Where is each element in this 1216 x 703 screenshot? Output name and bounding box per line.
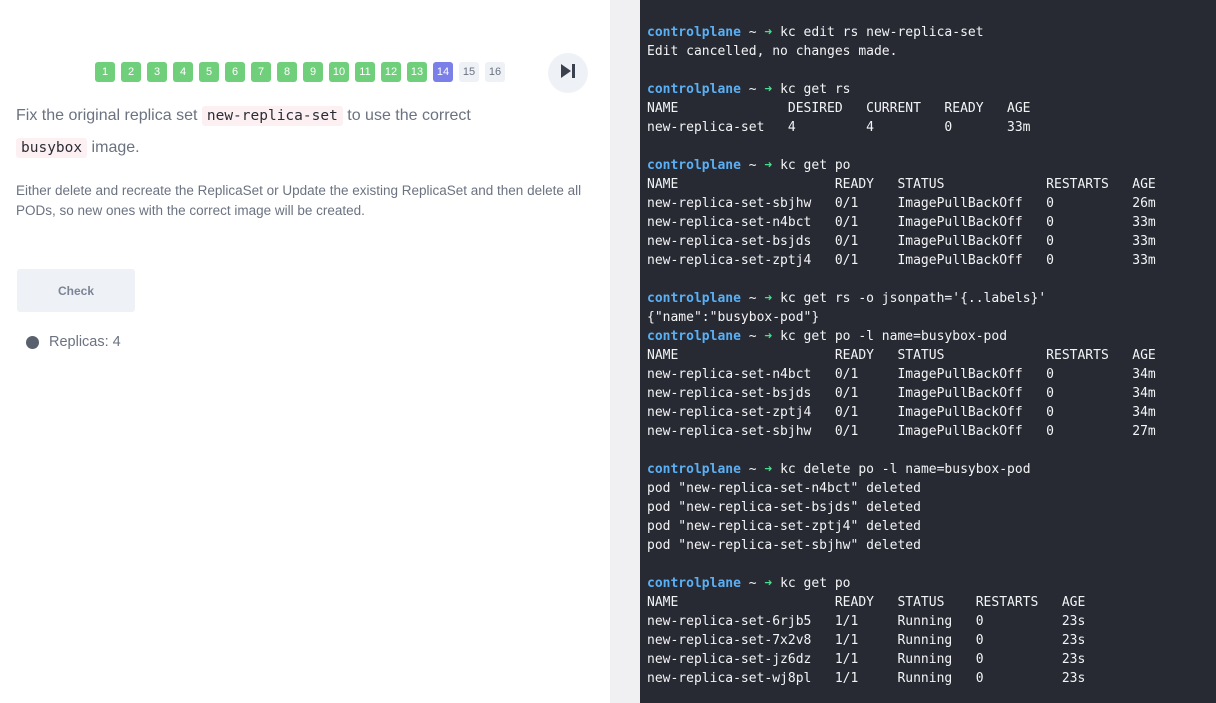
terminal-prompt-host: controlplane	[647, 576, 741, 591]
terminal-command-line: controlplane ~ ➜ kc get rs	[647, 80, 1156, 99]
terminal-output-line: pod "new-replica-set-bsjds" deleted	[647, 500, 921, 515]
check-button[interactable]: Check	[17, 269, 135, 312]
terminal-prompt-host: controlplane	[647, 82, 741, 97]
terminal-output-line: new-replica-set-sbjhw 0/1 ImagePullBackO…	[647, 196, 1156, 211]
question-step-10[interactable]: 10	[329, 62, 349, 82]
prompt-arrow-icon: ➜	[764, 291, 773, 306]
terminal-output-line: pod "new-replica-set-sbjhw" deleted	[647, 538, 921, 553]
terminal-output-line: new-replica-set-zptj4 0/1 ImagePullBackO…	[647, 405, 1156, 420]
terminal-output-line: new-replica-set-zptj4 0/1 ImagePullBackO…	[647, 253, 1156, 268]
terminal-command: kc get po	[780, 576, 851, 591]
terminal-output-line: new-replica-set-n4bct 0/1 ImagePullBackO…	[647, 367, 1156, 382]
question-step-6[interactable]: 6	[225, 62, 245, 82]
terminal-prompt-host: controlplane	[647, 462, 741, 477]
question-step-nav: 1 2 3 4 5 6 7 8 9 10 11 12 13 14 15 16	[95, 62, 505, 82]
terminal-command-line: controlplane ~ ➜ kc get po -l name=busyb…	[647, 327, 1156, 346]
skip-forward-icon	[559, 63, 577, 84]
terminal-output-line: pod "new-replica-set-zptj4" deleted	[647, 519, 921, 534]
terminal-output-line: new-replica-set-jz6dz 1/1 Running 0 23s	[647, 652, 1086, 667]
question-step-2[interactable]: 2	[121, 62, 141, 82]
terminal-prompt-host: controlplane	[647, 25, 741, 40]
terminal-command-line: controlplane ~ ➜ kc get po	[647, 574, 1156, 593]
check-status-item: Replicas: 4	[26, 334, 121, 350]
terminal-output: controlplane ~ ➜ kc edit rs new-replica-…	[647, 23, 1156, 688]
terminal-output-line: new-replica-set-bsjds 0/1 ImagePullBackO…	[647, 234, 1156, 249]
terminal-output-line: NAME READY STATUS RESTARTS AGE	[647, 595, 1086, 610]
prompt-arrow-icon: ➜	[764, 576, 773, 591]
terminal-command: kc get po	[780, 158, 851, 173]
question-step-8[interactable]: 8	[277, 62, 297, 82]
terminal-command: kc get po -l name=busybox-pod	[780, 329, 1008, 344]
terminal-output-line: new-replica-set-sbjhw 0/1 ImagePullBackO…	[647, 424, 1156, 439]
terminal-output-line: Edit cancelled, no changes made.	[647, 44, 898, 59]
prompt-arrow-icon: ➜	[764, 462, 773, 477]
prompt-path: ~	[740, 576, 765, 591]
question-step-12[interactable]: 12	[381, 62, 401, 82]
prompt-path: ~	[740, 158, 765, 173]
terminal-output-line: {"name":"busybox-pod"}	[647, 310, 820, 325]
prompt-path: ~	[740, 329, 765, 344]
question-step-7[interactable]: 7	[251, 62, 271, 82]
prompt-path: ~	[740, 25, 765, 40]
question-step-11[interactable]: 11	[355, 62, 375, 82]
terminal-output-line: pod "new-replica-set-n4bct" deleted	[647, 481, 921, 496]
terminal-output-line: new-replica-set 4 4 0 33m	[647, 120, 1031, 135]
question-step-16[interactable]: 16	[485, 62, 505, 82]
terminal-output-line: NAME READY STATUS RESTARTS AGE	[647, 177, 1156, 192]
question-text-part: image.	[87, 139, 140, 156]
question-text-part: to use the correct	[342, 107, 471, 124]
terminal-output-line: NAME READY STATUS RESTARTS AGE	[647, 348, 1156, 363]
terminal-command: kc edit rs new-replica-set	[780, 25, 984, 40]
question-step-14[interactable]: 14	[433, 62, 453, 82]
terminal-output-line: new-replica-set-n4bct 0/1 ImagePullBackO…	[647, 215, 1156, 230]
question-step-3[interactable]: 3	[147, 62, 167, 82]
prompt-path: ~	[740, 82, 765, 97]
question-step-15[interactable]: 15	[459, 62, 479, 82]
skip-question-button[interactable]	[548, 53, 588, 93]
question-step-5[interactable]: 5	[199, 62, 219, 82]
prompt-arrow-icon: ➜	[764, 25, 773, 40]
question-step-4[interactable]: 4	[173, 62, 193, 82]
terminal-command-line: controlplane ~ ➜ kc edit rs new-replica-…	[647, 23, 1156, 42]
code-replicaset-name: new-replica-set	[201, 106, 343, 126]
prompt-path: ~	[740, 462, 765, 477]
terminal-command-line: controlplane ~ ➜ kc delete po -l name=bu…	[647, 460, 1156, 479]
status-label: Replicas: 4	[49, 334, 121, 350]
question-step-13[interactable]: 13	[407, 62, 427, 82]
terminal-output-line: new-replica-set-6rjb5 1/1 Running 0 23s	[647, 614, 1086, 629]
terminal-prompt-host: controlplane	[647, 329, 741, 344]
terminal-command-line: controlplane ~ ➜ kc get po	[647, 156, 1156, 175]
prompt-arrow-icon: ➜	[764, 158, 773, 173]
terminal-command: kc get rs	[780, 82, 851, 97]
terminal-output-line: NAME DESIRED CURRENT READY AGE	[647, 101, 1031, 116]
question-hint: Either delete and recreate the ReplicaSe…	[16, 183, 582, 218]
prompt-arrow-icon: ➜	[764, 329, 773, 344]
prompt-arrow-icon: ➜	[764, 82, 773, 97]
terminal[interactable]: controlplane ~ ➜ kc edit rs new-replica-…	[640, 0, 1216, 703]
terminal-prompt-host: controlplane	[647, 291, 741, 306]
terminal-command: kc delete po -l name=busybox-pod	[780, 462, 1031, 477]
question-text: Fix the original replica set new-replica…	[16, 100, 576, 164]
terminal-output-line: new-replica-set-wj8pl 1/1 Running 0 23s	[647, 671, 1086, 686]
question-panel: 1 2 3 4 5 6 7 8 9 10 11 12 13 14 15 16 Fix the original…	[0, 0, 610, 703]
status-dot-icon	[26, 335, 39, 349]
terminal-command: kc get rs -o jsonpath='{..labels}'	[780, 291, 1047, 306]
code-image-name: busybox	[16, 138, 88, 158]
question-step-1[interactable]: 1	[95, 62, 115, 82]
terminal-prompt-host: controlplane	[647, 158, 741, 173]
terminal-output-line: new-replica-set-7x2v8 1/1 Running 0 23s	[647, 633, 1086, 648]
question-step-9[interactable]: 9	[303, 62, 323, 82]
panel-divider[interactable]	[610, 0, 640, 703]
question-text-part: Fix the original replica set	[16, 107, 202, 124]
prompt-path: ~	[740, 291, 765, 306]
terminal-command-line: controlplane ~ ➜ kc get rs -o jsonpath='…	[647, 289, 1156, 308]
terminal-output-line: new-replica-set-bsjds 0/1 ImagePullBackO…	[647, 386, 1156, 401]
